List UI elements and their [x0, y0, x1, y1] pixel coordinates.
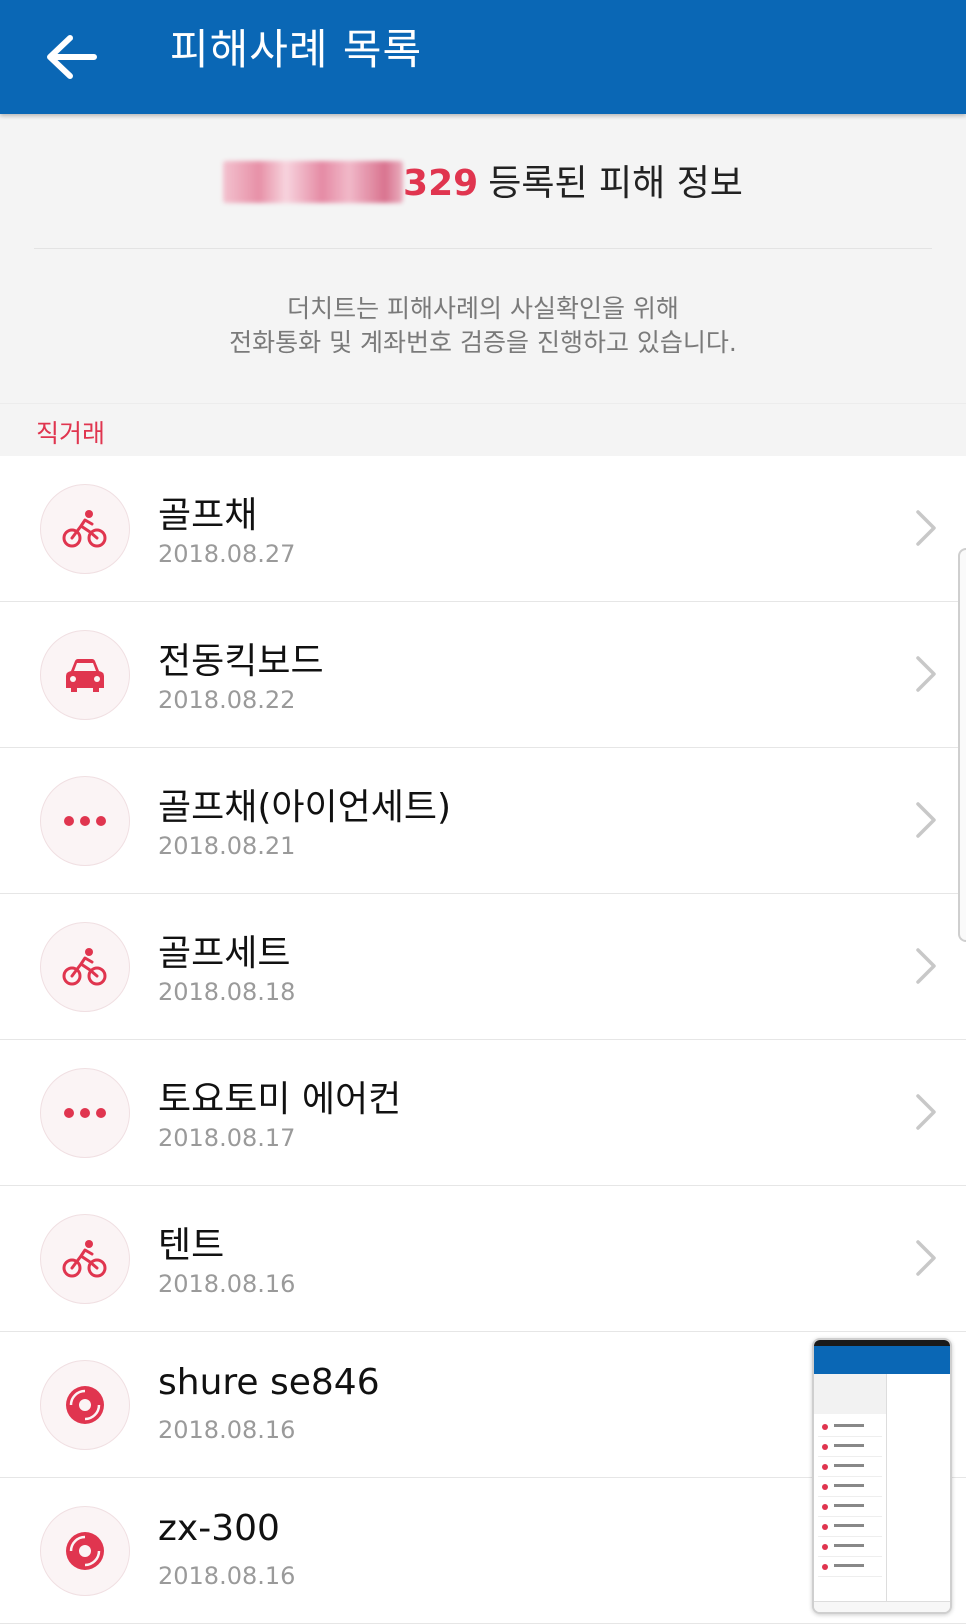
- item-date: 2018.08.22: [158, 686, 296, 714]
- list-item[interactable]: 골프세트 2018.08.18: [0, 894, 966, 1040]
- thumbnail-info: [814, 1374, 886, 1414]
- thumbnail-app-bar: [814, 1346, 950, 1374]
- bicycle-icon: [62, 948, 107, 986]
- divider: [34, 248, 932, 249]
- item-icon-circle: [40, 1214, 130, 1304]
- car-icon: [66, 659, 104, 692]
- item-date: 2018.08.18: [158, 978, 296, 1006]
- edge-panel-handle[interactable]: [958, 548, 966, 942]
- page-title: 피해사례 목록: [170, 25, 423, 74]
- item-name: 골프채: [158, 495, 258, 536]
- chevron-right-icon: [916, 1240, 936, 1276]
- list-item[interactable]: 골프채 2018.08.27: [0, 456, 966, 602]
- thumbnail-row: [818, 1460, 882, 1477]
- item-name: 텐트: [158, 1225, 225, 1266]
- registration-heading: 329 등록된 피해 정보: [0, 154, 966, 206]
- notice-line-1: 더치트는 피해사례의 사실확인을 위해: [287, 294, 679, 323]
- item-name: 골프채(아이언세트): [158, 787, 452, 828]
- registration-label: 등록된 피해 정보: [488, 163, 743, 204]
- item-name: 토요토미 에어컨: [158, 1079, 402, 1120]
- disc-icon: [66, 1532, 104, 1570]
- disc-icon: [66, 1386, 104, 1424]
- item-date: 2018.08.16: [158, 1562, 296, 1590]
- thumbnail-row: [818, 1540, 882, 1557]
- list-item[interactable]: 전동킥보드 2018.08.22: [0, 602, 966, 748]
- item-icon-circle: [40, 1360, 130, 1450]
- list-item[interactable]: 골프채(아이언세트) 2018.08.21: [0, 748, 966, 894]
- thumbnail-row: [818, 1440, 882, 1457]
- item-icon-circle: [40, 1068, 130, 1158]
- thumbnail-row: [818, 1420, 882, 1437]
- chevron-right-icon: [916, 656, 936, 692]
- item-name: 전동킥보드: [158, 641, 324, 682]
- item-icon-circle: [40, 922, 130, 1012]
- item-icon-circle: [40, 1506, 130, 1596]
- item-date: 2018.08.16: [158, 1270, 296, 1298]
- item-date: 2018.08.17: [158, 1124, 296, 1152]
- item-icon-circle: [40, 630, 130, 720]
- more-dots-icon: [64, 816, 106, 826]
- item-name: 골프세트: [158, 933, 291, 974]
- bicycle-icon: [62, 1240, 107, 1278]
- thumbnail-side-panel: [886, 1374, 950, 1604]
- back-button[interactable]: [36, 22, 106, 92]
- section-label: 직거래: [36, 419, 106, 448]
- item-icon-circle: [40, 776, 130, 866]
- list-item[interactable]: 텐트 2018.08.16: [0, 1186, 966, 1332]
- thumbnail-row: [818, 1480, 882, 1497]
- thumbnail-row: [818, 1520, 882, 1537]
- notice-line-2: 전화통화 및 계좌번호 검증을 진행하고 있습니다.: [229, 328, 737, 357]
- section-header: 직거래: [0, 403, 966, 457]
- more-dots-icon: [64, 1108, 106, 1118]
- chevron-right-icon: [916, 1094, 936, 1130]
- item-name: zx-300: [158, 1508, 280, 1549]
- app-bar: 피해사례 목록: [0, 0, 966, 114]
- item-date: 2018.08.16: [158, 1416, 296, 1444]
- redacted-number: [223, 161, 404, 203]
- item-icon-circle: [40, 484, 130, 574]
- chevron-right-icon: [916, 510, 936, 546]
- verification-notice: 더치트는 피해사례의 사실확인을 위해 전화통화 및 계좌번호 검증을 진행하고…: [0, 292, 966, 360]
- bicycle-icon: [62, 510, 107, 548]
- list-item[interactable]: 토요토미 에어컨 2018.08.17: [0, 1040, 966, 1186]
- chevron-right-icon: [916, 948, 936, 984]
- item-date: 2018.08.27: [158, 540, 296, 568]
- chevron-right-icon: [916, 802, 936, 838]
- arrow-left-icon: [47, 35, 97, 79]
- screenshot-thumbnail[interactable]: [812, 1338, 952, 1614]
- registration-number-tail: 329: [403, 163, 479, 204]
- thumbnail-nav-bar: [814, 1601, 950, 1612]
- thumbnail-row: [818, 1560, 882, 1577]
- item-name: shure se846: [158, 1362, 380, 1403]
- thumbnail-row: [818, 1500, 882, 1517]
- item-date: 2018.08.21: [158, 832, 296, 860]
